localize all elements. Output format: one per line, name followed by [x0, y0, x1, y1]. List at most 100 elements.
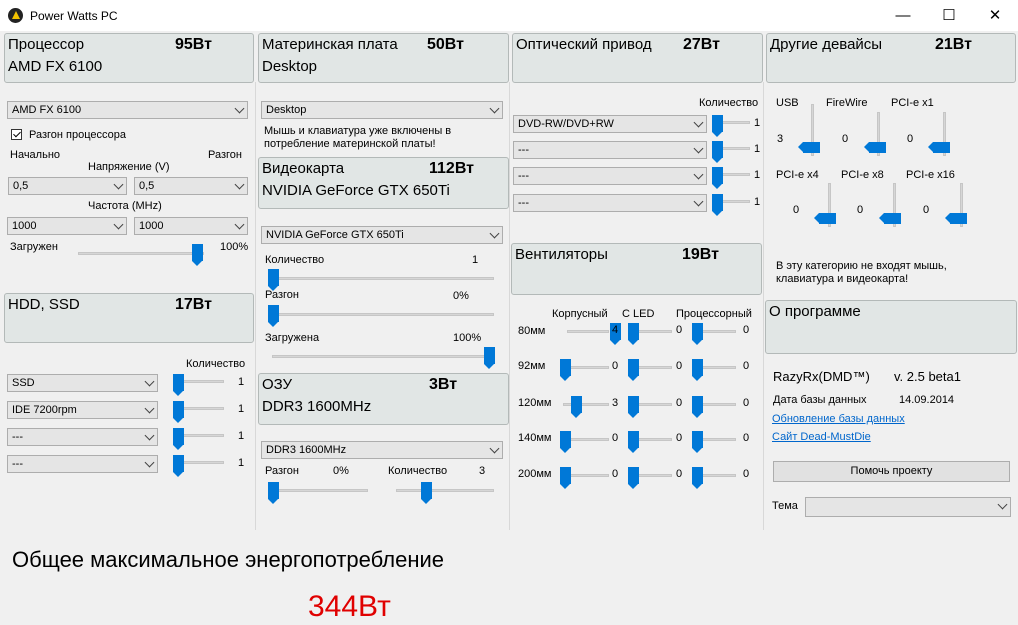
cpu-load-value: 100% [220, 241, 249, 253]
gpu-load-slider-track[interactable] [272, 355, 494, 358]
hdd-count-slider-thumb[interactable] [173, 374, 184, 396]
fan-slider-thumb[interactable] [628, 323, 639, 345]
fan-slider-thumb[interactable] [692, 396, 703, 418]
fan-slider-track[interactable] [563, 403, 609, 406]
cpu-voltage-initial-value: 0,5 [13, 180, 29, 192]
hdd-watts: 17Вт [175, 296, 212, 313]
gpu-oc-slider-track[interactable] [272, 313, 494, 316]
chevron-down-icon [693, 169, 704, 180]
hdd-count-slider-track[interactable] [178, 407, 224, 410]
cpu-voltage-oc-select[interactable]: 0,5 [134, 177, 248, 195]
support-project-button[interactable]: Помочь проекту [773, 461, 1010, 482]
fan-slider-thumb[interactable] [628, 467, 639, 489]
mb-type-select[interactable]: Desktop [261, 101, 503, 119]
cpu-model-select[interactable]: AMD FX 6100 [7, 101, 248, 119]
hdd-count-slider-thumb[interactable] [173, 428, 184, 450]
optical-type-value: --- [518, 197, 529, 209]
chevron-down-icon [234, 103, 245, 114]
gpu-count-slider-track[interactable] [272, 277, 494, 280]
fan-slider-track[interactable] [567, 330, 609, 333]
mb-type-value: Desktop [266, 104, 307, 116]
hdd-count-slider-thumb[interactable] [173, 455, 184, 477]
fan-slider-thumb[interactable] [560, 467, 571, 489]
cpu-frequency-oc-select[interactable]: 1000 [134, 217, 248, 235]
cpu-overclock-label: Разгон процессора [29, 129, 126, 141]
device-usb-slider-thumb[interactable] [798, 142, 820, 153]
fan-count-value: 0 [612, 360, 619, 372]
device-firewire-value: 0 [842, 133, 849, 145]
fan-slider-thumb[interactable] [560, 431, 571, 453]
cpu-model-value: AMD FX 6100 [12, 104, 82, 116]
fan-slider-thumb[interactable] [692, 323, 703, 345]
device-firewire-label: FireWire [826, 97, 868, 109]
optical-type-select[interactable]: --- [513, 194, 707, 212]
hdd-count-slider-track[interactable] [178, 380, 224, 383]
gpu-load-slider-thumb[interactable] [484, 347, 495, 369]
device-pcie-x8-slider-thumb[interactable] [879, 213, 901, 224]
fan-slider-thumb[interactable] [692, 467, 703, 489]
optical-header-title: Оптический привод [516, 36, 652, 53]
optical-type-select[interactable]: DVD-RW/DVD+RW [513, 115, 707, 133]
hdd-type-value: IDE 7200rpm [12, 404, 77, 416]
hdd-type-select[interactable]: IDE 7200rpm [7, 401, 158, 419]
fan-slider-thumb[interactable] [692, 359, 703, 381]
optical-count-slider-thumb[interactable] [712, 167, 723, 189]
device-pcie-x1-value: 0 [907, 133, 914, 145]
cpu-load-slider-track[interactable] [78, 252, 204, 255]
optical-count-slider-thumb[interactable] [712, 115, 723, 137]
cpu-voltage-initial-select[interactable]: 0,5 [8, 177, 127, 195]
hdd-type-select[interactable]: --- [7, 455, 158, 473]
chevron-down-icon [489, 103, 500, 114]
ram-oc-label: Разгон [265, 465, 299, 477]
fan-slider-thumb[interactable] [628, 431, 639, 453]
update-database-link[interactable]: Обновление базы данных [772, 413, 905, 425]
ram-count-value: 3 [479, 465, 486, 477]
fan-slider-thumb[interactable] [692, 431, 703, 453]
ram-count-slider-track[interactable] [396, 489, 494, 492]
gpu-count-value: 1 [472, 254, 479, 266]
optical-type-select[interactable]: --- [513, 167, 707, 185]
gpu-model-select[interactable]: NVIDIA GeForce GTX 650Ti [261, 226, 503, 244]
close-button[interactable]: ✕ [972, 0, 1018, 31]
cpu-frequency-initial-select[interactable]: 1000 [7, 217, 127, 235]
optical-type-value: DVD-RW/DVD+RW [518, 118, 614, 130]
dead-mustdie-site-link[interactable]: Сайт Dead-MustDie [772, 431, 871, 443]
device-usb-label: USB [776, 97, 799, 109]
device-firewire-slider-thumb[interactable] [864, 142, 886, 153]
hdd-count-slider-track[interactable] [178, 461, 224, 464]
fan-slider-thumb[interactable] [628, 396, 639, 418]
hdd-type-select[interactable]: --- [7, 428, 158, 446]
optical-count-slider-thumb[interactable] [712, 141, 723, 163]
maximize-button[interactable]: ☐ [926, 0, 972, 31]
optical-type-value: --- [518, 170, 529, 182]
device-pcie-x16-slider-thumb[interactable] [945, 213, 967, 224]
hdd-count-slider-track[interactable] [178, 434, 224, 437]
minimize-button[interactable]: — [880, 0, 926, 31]
device-pcie-x1-slider-thumb[interactable] [928, 142, 950, 153]
ram-oc-slider-track[interactable] [270, 489, 368, 492]
hdd-type-select[interactable]: SSD [7, 374, 158, 392]
device-pcie-x4-slider-thumb[interactable] [814, 213, 836, 224]
about-db-date-value: 14.09.2014 [899, 394, 955, 406]
gpu-count-slider-thumb[interactable] [268, 269, 279, 291]
cpu-header-title: Процессор [8, 36, 85, 53]
fan-count-value: 0 [676, 397, 683, 409]
fan-slider-thumb[interactable] [560, 359, 571, 381]
optical-type-select[interactable]: --- [513, 141, 707, 159]
fan-size-label: 80мм [518, 325, 546, 337]
theme-select[interactable] [805, 497, 1011, 517]
fan-slider-thumb[interactable] [571, 396, 582, 418]
cpu-overclock-checkbox[interactable] [11, 129, 22, 140]
device-pcie-x16-label: PCI-e x16 [906, 169, 955, 181]
ram-type-select[interactable]: DDR3 1600MHz [261, 441, 503, 459]
fan-col-cpu-label: Процессорный [676, 308, 752, 320]
ram-oc-slider-thumb[interactable] [268, 482, 279, 504]
ram-count-slider-thumb[interactable] [421, 482, 432, 504]
gpu-oc-slider-thumb[interactable] [268, 305, 279, 327]
cpu-load-slider-thumb[interactable] [192, 244, 203, 266]
hdd-count-slider-thumb[interactable] [173, 401, 184, 423]
about-db-date-label: Дата базы данных [773, 394, 867, 406]
fan-slider-thumb[interactable] [628, 359, 639, 381]
cpu-oc-label: Разгон [208, 149, 242, 161]
optical-count-slider-thumb[interactable] [712, 194, 723, 216]
